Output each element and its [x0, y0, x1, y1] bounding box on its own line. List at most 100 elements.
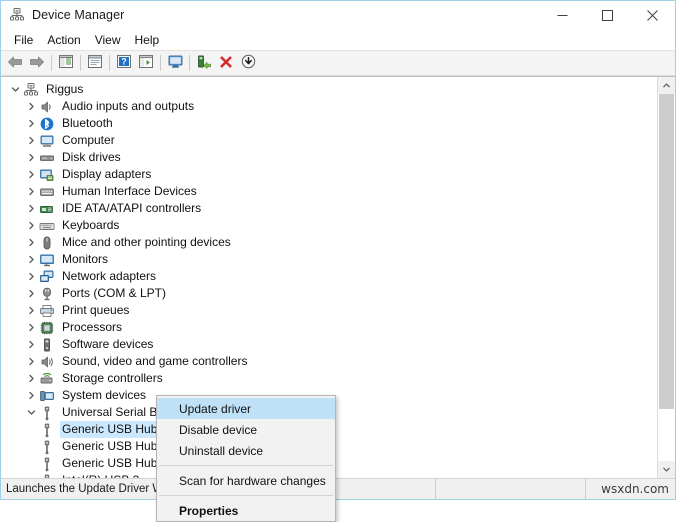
- tree-item-computer[interactable]: Computer: [1, 132, 657, 149]
- menu-help[interactable]: Help: [128, 31, 167, 49]
- tree-item-bluetooth[interactable]: Bluetooth: [1, 115, 657, 132]
- monitor-device-icon: [39, 252, 55, 268]
- chevron-right-icon[interactable]: [23, 99, 39, 115]
- tree-item-processors[interactable]: Processors: [1, 319, 657, 336]
- chevron-right-icon[interactable]: [23, 286, 39, 302]
- tree-item-print-queues[interactable]: Print queues: [1, 302, 657, 319]
- minimize-button[interactable]: [540, 1, 585, 29]
- window-controls: [540, 1, 675, 29]
- console-tree-icon: [58, 54, 74, 72]
- usb-device-icon: [39, 439, 55, 455]
- download-circle-icon: [241, 54, 256, 72]
- scan-hardware-changes-button[interactable]: [237, 52, 259, 74]
- ctx-scan-hardware-changes[interactable]: Scan for hardware changes: [157, 470, 335, 491]
- tree-item-keyboards[interactable]: Keyboards: [1, 217, 657, 234]
- forward-button[interactable]: [26, 52, 48, 74]
- chevron-right-icon[interactable]: [23, 252, 39, 268]
- tree-item-monitors[interactable]: Monitors: [1, 251, 657, 268]
- menu-file[interactable]: File: [7, 31, 40, 49]
- tree-item-disk-drives[interactable]: Disk drives: [1, 149, 657, 166]
- ctx-update-driver[interactable]: Update driver: [157, 398, 335, 419]
- ctx-properties[interactable]: Properties: [157, 500, 335, 521]
- menu-action[interactable]: Action: [40, 31, 87, 49]
- tree-item-sound-video-and-game-controllers[interactable]: Sound, video and game controllers: [1, 353, 657, 370]
- tree-item-label: Storage controllers: [62, 371, 163, 385]
- chevron-right-icon[interactable]: [23, 133, 39, 149]
- update-driver-button[interactable]: [193, 52, 215, 74]
- tree-item-label: Bluetooth: [62, 116, 113, 130]
- tree-item-label: Ports (COM & LPT): [62, 286, 167, 300]
- tree-item-storage-controllers[interactable]: Storage controllers: [1, 370, 657, 387]
- tree-device-label: Generic USB Hub: [60, 421, 160, 438]
- chevron-right-icon[interactable]: [23, 269, 39, 285]
- help-button[interactable]: ?: [113, 52, 135, 74]
- tree-item-mice-and-other-pointing-devices[interactable]: Mice and other pointing devices: [1, 234, 657, 251]
- svg-text:?: ?: [121, 57, 127, 67]
- tree-item-network-adapters[interactable]: Network adapters: [1, 268, 657, 285]
- display-button[interactable]: [164, 52, 186, 74]
- tree-root-label: Riggus: [46, 82, 84, 96]
- tree-item-ports-com-lpt[interactable]: Ports (COM & LPT): [1, 285, 657, 302]
- title-bar: Device Manager: [1, 1, 675, 29]
- tree-item-label: Mice and other pointing devices: [62, 235, 231, 249]
- context-menu[interactable]: Update driver Disable device Uninstall d…: [156, 395, 336, 522]
- ctx-uninstall-device[interactable]: Uninstall device: [157, 440, 335, 461]
- chevron-right-icon[interactable]: [23, 354, 39, 370]
- tree-item-label: Print queues: [62, 303, 130, 317]
- chevron-down-icon[interactable]: [7, 82, 23, 98]
- chevron-right-icon[interactable]: [23, 303, 39, 319]
- ide-controller-icon: [39, 201, 55, 217]
- tree-device-label: Generic USB Hub: [62, 456, 158, 470]
- chevron-down-icon[interactable]: [23, 405, 39, 421]
- tree-item-display-adapters[interactable]: Display adapters: [1, 166, 657, 183]
- view-window-icon: [138, 54, 154, 72]
- ctx-disable-device[interactable]: Disable device: [157, 419, 335, 440]
- toolbar-separator-2: [80, 55, 81, 71]
- toolbar-separator-5: [189, 55, 190, 71]
- tree-item-label: Audio inputs and outputs: [62, 99, 195, 113]
- tree-item-software-devices[interactable]: Software devices: [1, 336, 657, 353]
- bluetooth-icon: [39, 116, 55, 132]
- scroll-down-button[interactable]: [658, 461, 675, 478]
- chevron-right-icon[interactable]: [23, 167, 39, 183]
- tree-item-label: Disk drives: [62, 150, 121, 164]
- chevron-right-icon[interactable]: [23, 320, 39, 336]
- chevron-right-icon[interactable]: [23, 388, 39, 404]
- device-manager-icon: [9, 7, 25, 23]
- tree-root-riggus[interactable]: Riggus: [1, 81, 657, 98]
- window-title: Device Manager: [32, 8, 125, 22]
- tree-device-label: Generic USB Hub: [62, 439, 158, 453]
- toolbar-separator-3: [109, 55, 110, 71]
- tree-item-ide-ata-atapi-controllers[interactable]: IDE ATA/ATAPI controllers: [1, 200, 657, 217]
- properties-button[interactable]: [84, 52, 106, 74]
- scrollbar-thumb[interactable]: [659, 94, 674, 409]
- device-manager-window: Device Manager File Action View Help ? R…: [0, 0, 676, 522]
- storage-controller-icon: [39, 371, 55, 387]
- chevron-right-icon[interactable]: [23, 201, 39, 217]
- scroll-up-button[interactable]: [658, 77, 675, 94]
- chevron-right-icon[interactable]: [23, 184, 39, 200]
- menu-view[interactable]: View: [88, 31, 128, 49]
- chevron-right-icon[interactable]: [23, 337, 39, 353]
- hid-icon: [39, 184, 55, 200]
- back-button[interactable]: [4, 52, 26, 74]
- chevron-right-icon[interactable]: [23, 116, 39, 132]
- tree-item-audio-inputs-and-outputs[interactable]: Audio inputs and outputs: [1, 98, 657, 115]
- view-button[interactable]: [135, 52, 157, 74]
- tree-item-human-interface-devices[interactable]: Human Interface Devices: [1, 183, 657, 200]
- show-hide-console-tree-button[interactable]: [55, 52, 77, 74]
- chevron-right-icon[interactable]: [23, 235, 39, 251]
- network-adapter-icon: [39, 269, 55, 285]
- chevron-right-icon[interactable]: [23, 371, 39, 387]
- menu-bar: File Action View Help: [1, 29, 675, 50]
- maximize-button[interactable]: [585, 1, 630, 29]
- scrollbar-track[interactable]: [658, 94, 675, 461]
- keyboard-icon: [39, 218, 55, 234]
- vertical-scrollbar[interactable]: [657, 77, 675, 478]
- processor-icon: [39, 320, 55, 336]
- uninstall-device-button[interactable]: [215, 52, 237, 74]
- status-bar: Launches the Update Driver W wsxdn.com: [1, 478, 675, 499]
- chevron-right-icon[interactable]: [23, 218, 39, 234]
- chevron-right-icon[interactable]: [23, 150, 39, 166]
- close-button[interactable]: [630, 1, 675, 29]
